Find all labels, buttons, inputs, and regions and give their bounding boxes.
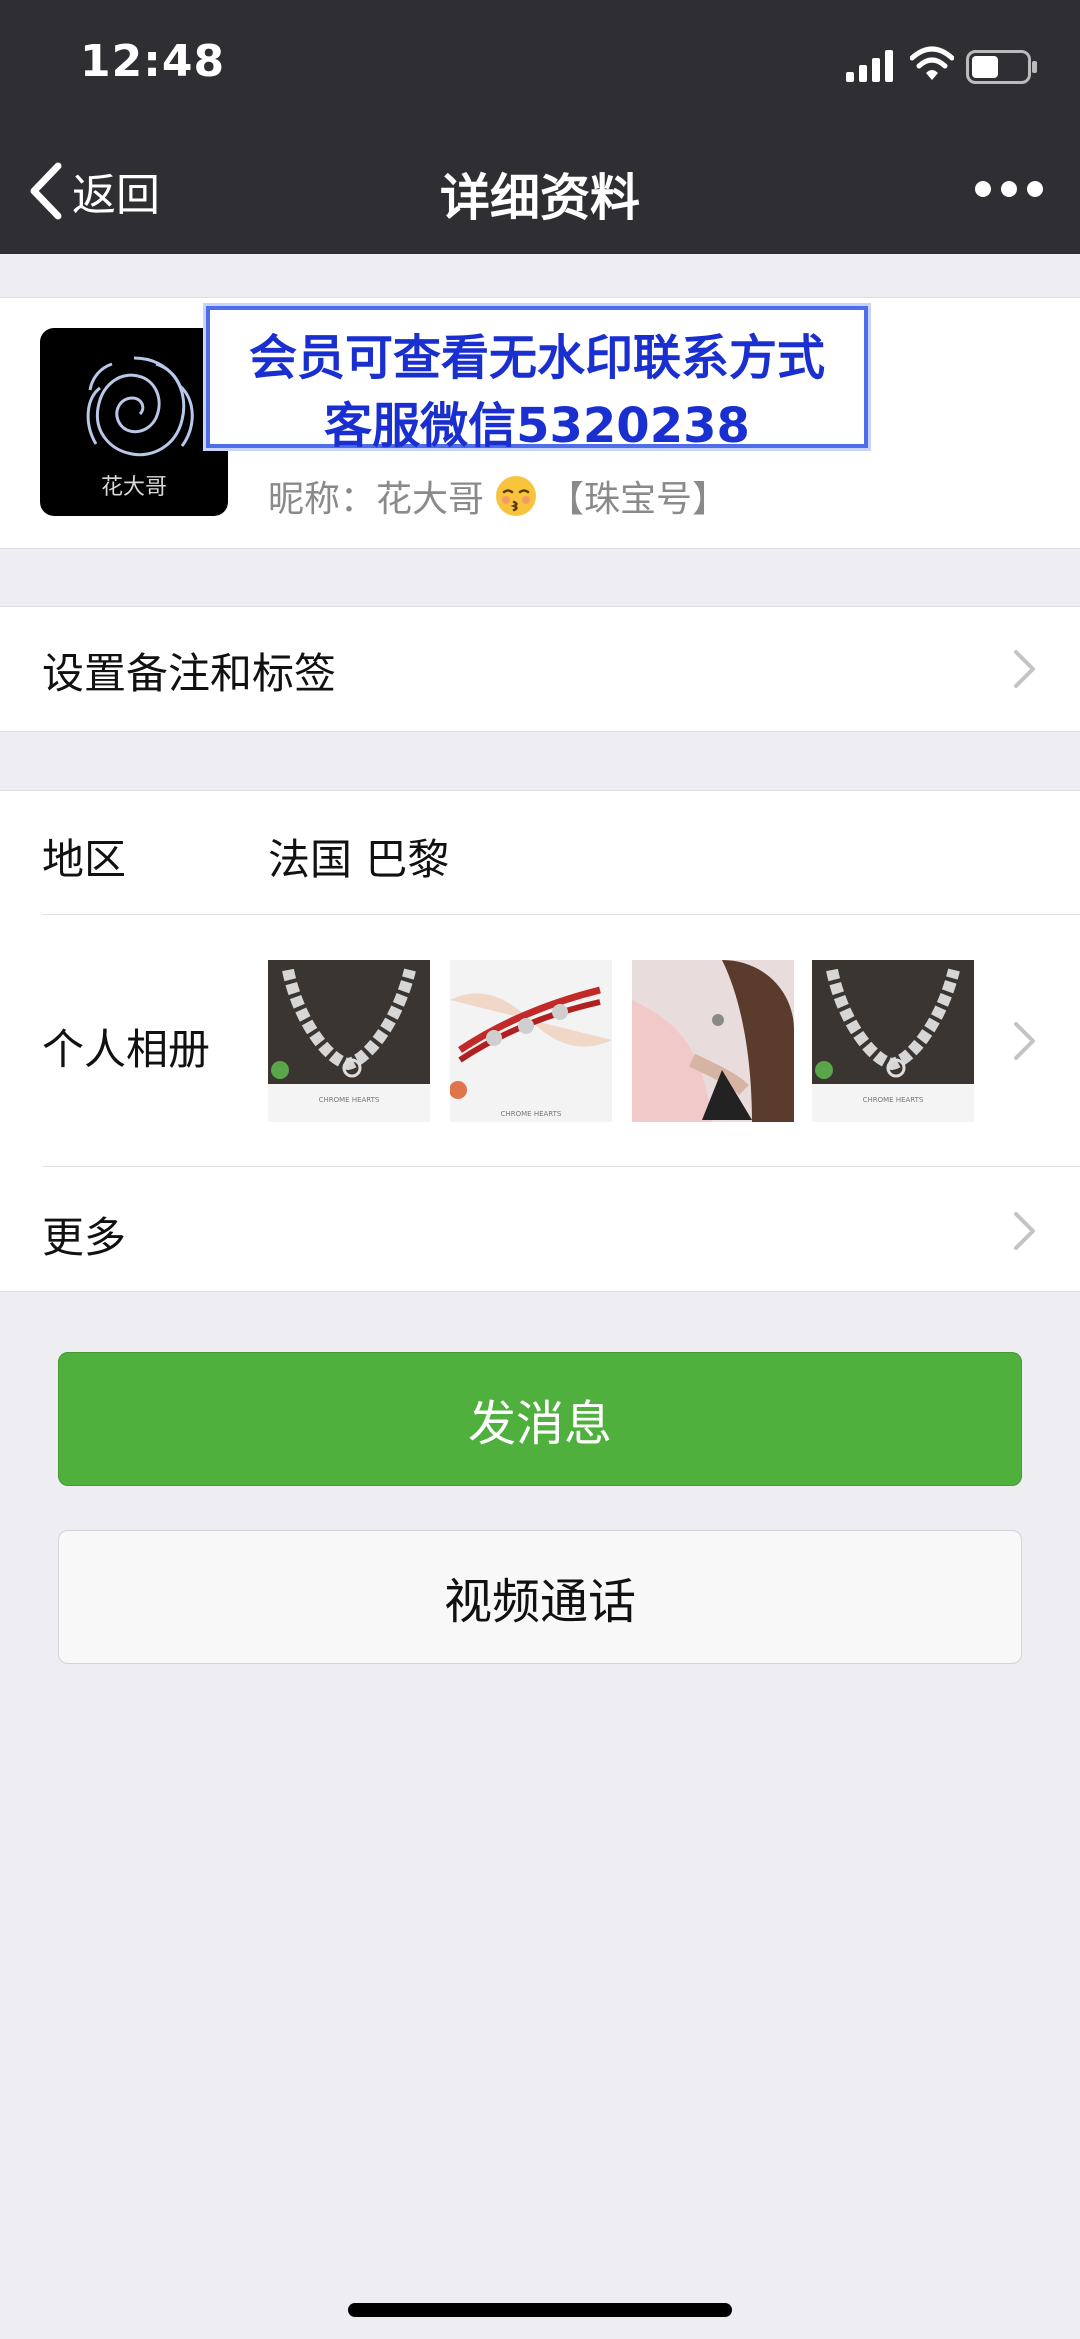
thumbnail-caption: CHROME HEARTS — [501, 1110, 562, 1118]
divider — [42, 1166, 1080, 1167]
avatar-text: 花大哥 — [101, 475, 167, 500]
chevron-right-icon — [1014, 1212, 1035, 1250]
watermark-line-2: 客服微信5320238 — [324, 398, 750, 454]
more-row[interactable] — [0, 1168, 1080, 1290]
nickname-label: 昵称： — [268, 479, 377, 520]
cellular-signal-icon — [846, 50, 893, 82]
video-call-button[interactable]: 视频通话 — [58, 1530, 1022, 1664]
thumbnail-caption: CHROME HEARTS — [319, 1096, 380, 1104]
page-title: 详细资料 — [440, 169, 640, 227]
album-thumbnail[interactable]: CHROME HEARTS — [450, 960, 612, 1122]
region-label: 地区 — [42, 835, 127, 884]
chevron-right-icon — [1014, 1022, 1035, 1060]
avatar[interactable]: 花大哥 — [40, 328, 228, 516]
chevron-right-icon — [1014, 650, 1035, 688]
nickname-row: 昵称： 花大哥 【珠宝号】 — [268, 470, 728, 522]
kissing-face-emoji-icon — [496, 476, 537, 516]
album-label: 个人相册 — [42, 1025, 211, 1074]
thumbnail-caption: CHROME HEARTS — [863, 1096, 924, 1104]
battery-icon — [966, 50, 1037, 84]
nickname-value: 花大哥 — [376, 479, 485, 520]
more-label: 更多 — [42, 1213, 127, 1262]
region-value: 法国 巴黎 — [268, 835, 450, 884]
remark-label: 设置备注和标签 — [42, 649, 337, 698]
album-thumbnail[interactable] — [632, 960, 794, 1122]
album-thumbnail[interactable]: CHROME HEARTS — [812, 960, 974, 1122]
album-thumbnail[interactable]: CHROME HEARTS — [268, 960, 430, 1122]
rose-logo-icon: 花大哥 — [86, 356, 194, 500]
nickname-suffix: 【珠宝号】 — [548, 479, 729, 520]
status-time: 12:48 — [80, 36, 226, 87]
home-indicator[interactable] — [348, 2303, 732, 2317]
divider — [42, 914, 1080, 915]
watermark-line-1: 会员可查看无水印联系方式 — [248, 330, 825, 386]
more-options-icon[interactable] — [974, 174, 1044, 204]
send-message-button[interactable]: 发消息 — [58, 1352, 1022, 1486]
wifi-icon — [910, 46, 954, 80]
